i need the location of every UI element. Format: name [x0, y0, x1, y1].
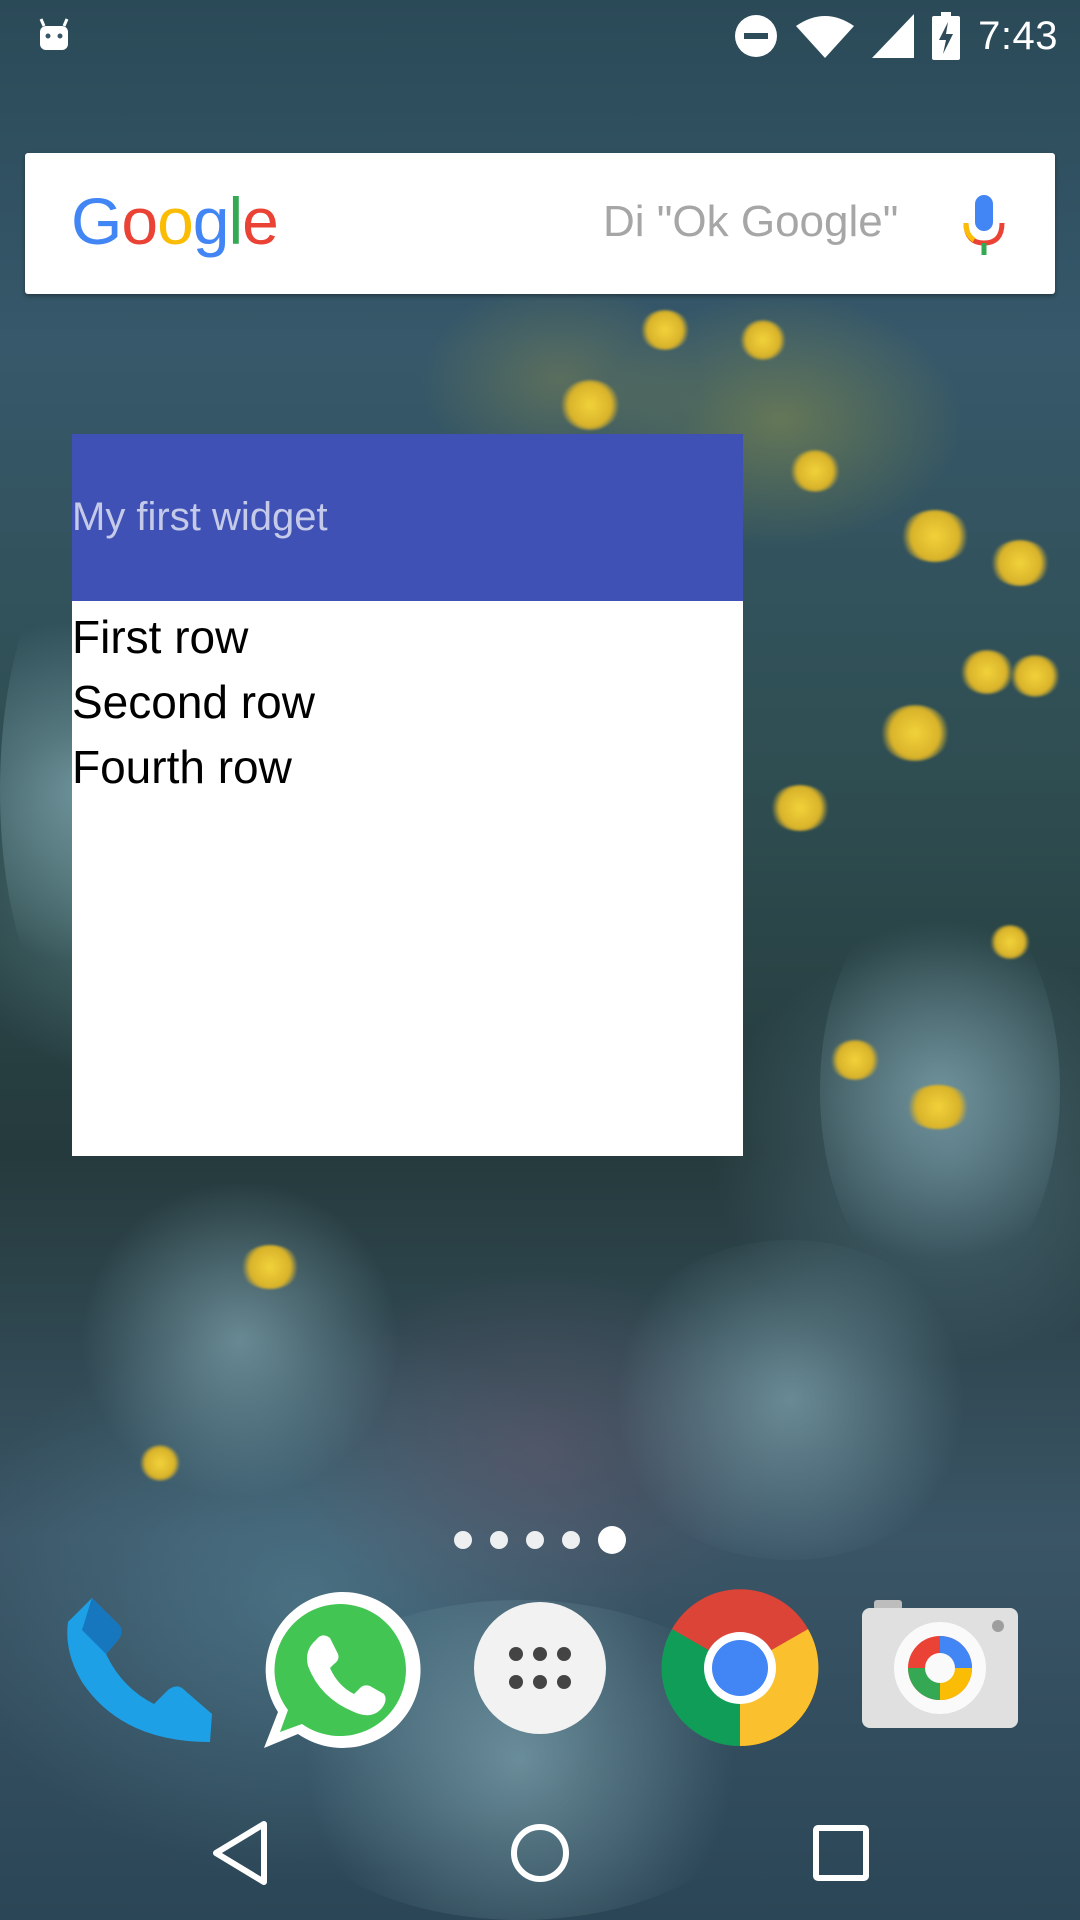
- page-dot: [526, 1531, 544, 1549]
- page-dot: [490, 1531, 508, 1549]
- search-hint: Di "Ok Google": [603, 197, 899, 246]
- android-debug-icon: [39, 18, 69, 50]
- chrome-icon[interactable]: [660, 1588, 820, 1748]
- widget-title: My first widget: [72, 495, 328, 539]
- back-icon[interactable]: [206, 1818, 276, 1888]
- whatsapp-icon[interactable]: [258, 1588, 422, 1752]
- camera-icon[interactable]: [862, 1600, 1018, 1728]
- phone-icon[interactable]: [62, 1592, 218, 1744]
- google-logo: Google: [71, 184, 279, 258]
- microphone-icon[interactable]: [948, 189, 1020, 261]
- page-dot: [454, 1531, 472, 1549]
- app-drawer-icon[interactable]: [472, 1600, 608, 1736]
- status-bar: 7:43: [0, 0, 1080, 72]
- list-item[interactable]: Fourth row: [72, 737, 743, 802]
- my-first-widget[interactable]: My first widget First row Second row Fou…: [72, 434, 743, 1156]
- widget-list: First row Second row Fourth row: [72, 601, 743, 802]
- home-icon[interactable]: [505, 1818, 575, 1888]
- google-search-bar[interactable]: Google Di "Ok Google": [25, 153, 1055, 294]
- battery-charging-icon: [932, 12, 961, 60]
- list-item[interactable]: First row: [72, 607, 743, 672]
- clock: 7:43: [978, 13, 1058, 58]
- page-dot: [562, 1531, 580, 1549]
- page-indicator: [454, 1526, 626, 1554]
- page-dot-active: [598, 1526, 626, 1554]
- widget-header: My first widget: [72, 434, 743, 601]
- cell-signal-icon: [872, 14, 915, 58]
- recents-icon[interactable]: [806, 1818, 876, 1888]
- list-item[interactable]: Second row: [72, 672, 743, 737]
- wifi-icon: [796, 16, 855, 58]
- do-not-disturb-icon: [735, 15, 778, 57]
- home-screen: 7:43 Google Di "Ok Google" My first widg…: [0, 0, 1080, 1920]
